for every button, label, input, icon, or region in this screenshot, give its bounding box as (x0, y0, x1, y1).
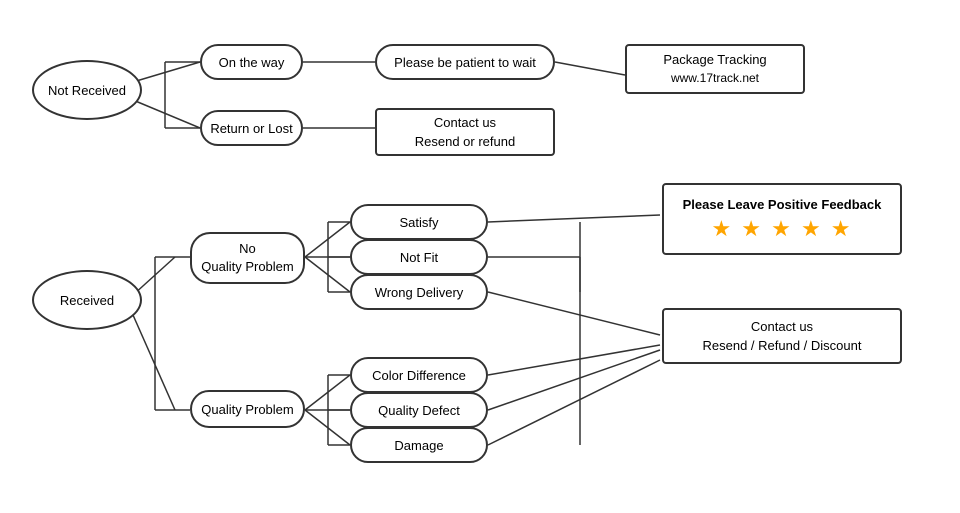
satisfy-node: Satisfy (350, 204, 488, 240)
wrong-delivery-node: Wrong Delivery (350, 274, 488, 310)
contact-resend2-node: Contact usResend / Refund / Discount (662, 308, 902, 364)
not-received-node: Not Received (32, 60, 142, 120)
received-node: Received (32, 270, 142, 330)
quality-defect-node: Quality Defect (350, 392, 488, 428)
package-tracking-node: Package Trackingwww.17track.net (625, 44, 805, 94)
no-quality-problem-node: NoQuality Problem (190, 232, 305, 284)
return-or-lost-node: Return or Lost (200, 110, 303, 146)
color-difference-node: Color Difference (350, 357, 488, 393)
patient-node: Please be patient to wait (375, 44, 555, 80)
positive-feedback-node: Please Leave Positive Feedback ★ ★ ★ ★ ★ (662, 183, 902, 255)
damage-node: Damage (350, 427, 488, 463)
not-fit-node: Not Fit (350, 239, 488, 275)
star-rating: ★ ★ ★ ★ ★ (711, 216, 852, 242)
on-the-way-node: On the way (200, 44, 303, 80)
contact-resend-node: Contact usResend or refund (375, 108, 555, 156)
quality-problem-node: Quality Problem (190, 390, 305, 428)
